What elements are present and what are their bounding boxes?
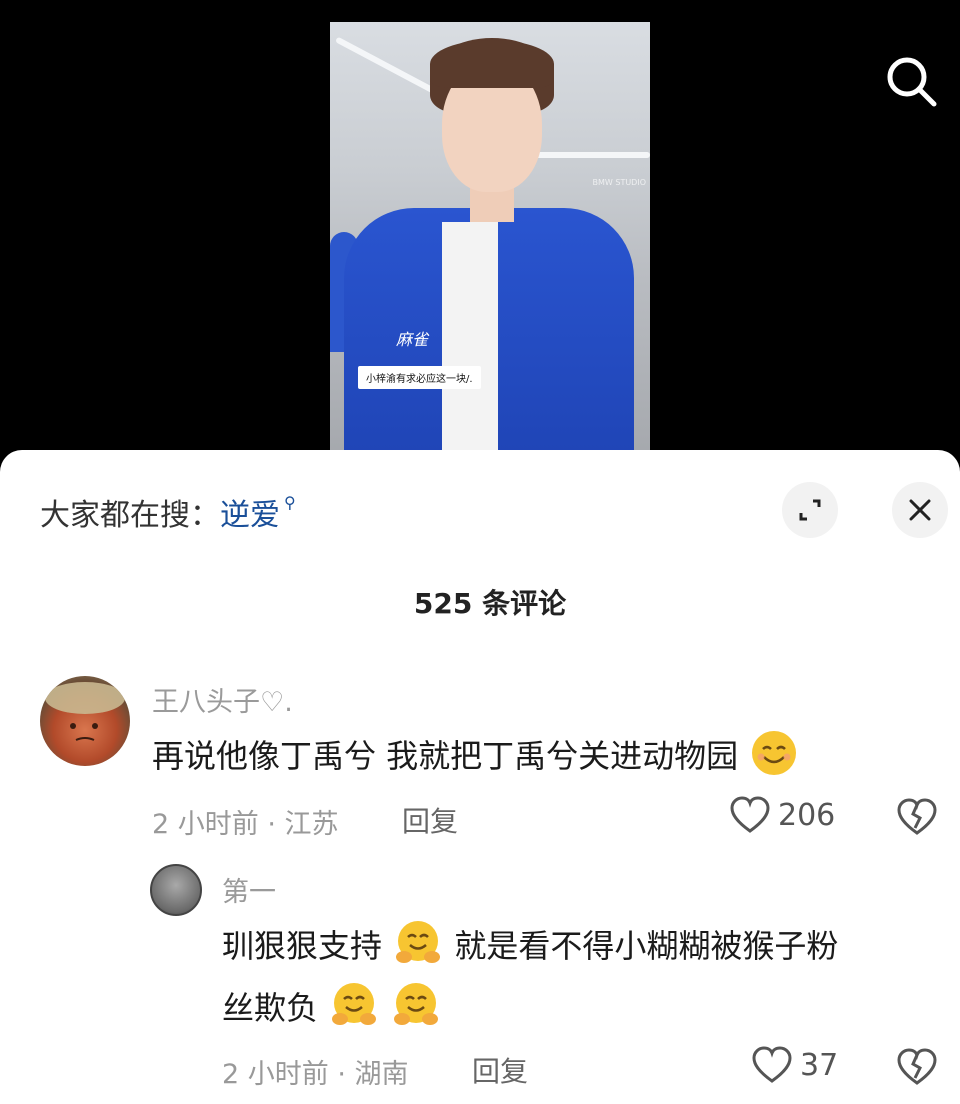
comment-text-line2: 丝欺负 [222, 978, 442, 1038]
reply-item: 第一 玔狠狠支持 就是看不得小糊糊被猴子粉 丝欺负 2 小时前 · 湖南 回复 … [0, 860, 960, 1104]
search-icon[interactable] [882, 52, 942, 112]
like-button[interactable]: 37 [752, 1046, 838, 1084]
trending-keyword[interactable]: 逆爱 [220, 490, 280, 534]
comment-text-part: 玔狠狠支持 [222, 927, 383, 965]
signature: 麻雀 [396, 330, 429, 349]
expand-button[interactable] [782, 482, 838, 538]
close-icon [909, 499, 931, 521]
ceiling-light [335, 36, 435, 94]
dislike-icon[interactable] [896, 798, 938, 836]
store-sign: BMW STUDIO [592, 178, 646, 187]
avatar[interactable] [40, 676, 130, 766]
comment-text: 玔狠狠支持 就是看不得小糊糊被猴子粉 [222, 916, 838, 976]
comment-sheet: 大家都在搜： 逆爱 ⚲ 525 条评论 王八头子♡. 再说他像丁禹兮 我就把丁禹… [0, 450, 960, 1104]
expand-icon [799, 499, 821, 521]
comment-item: 王八头子♡. 再说他像丁禹兮 我就把丁禹兮关进动物园 2 小时前 · 江苏 回复… [0, 670, 960, 850]
ceiling-light [530, 152, 650, 158]
reply-button[interactable]: 回复 [402, 800, 458, 840]
smile-emoji-icon [752, 731, 797, 775]
comment-meta: 2 小时前 · 湖南 [222, 1059, 409, 1090]
hug-emoji-icon [394, 983, 439, 1025]
like-count: 206 [778, 797, 836, 833]
video-frame[interactable]: BMW STUDIO 麻雀 小梓渝有求必应这一块/. [330, 22, 650, 450]
magnifier-small-icon: ⚲ [284, 492, 296, 512]
video-player[interactable]: BMW STUDIO 麻雀 小梓渝有求必应这一块/. [0, 0, 960, 470]
heart-icon [730, 796, 770, 833]
avatar[interactable] [150, 864, 202, 916]
comment-username[interactable]: 第一 [222, 870, 276, 909]
video-caption: 小梓渝有求必应这一块/. [358, 366, 481, 389]
like-button[interactable]: 206 [730, 796, 835, 834]
comment-text-part: 丝欺负 [222, 989, 319, 1027]
comment-text-content: 再说他像丁禹兮 我就把丁禹兮关进动物园 [152, 737, 739, 775]
dislike-icon[interactable] [896, 1048, 938, 1086]
avatar-face-icon [45, 682, 125, 741]
hug-emoji-icon [332, 983, 377, 1025]
hug-emoji-icon [396, 921, 441, 963]
trending-search[interactable]: 大家都在搜： 逆爱 ⚲ [40, 490, 296, 534]
comment-text: 再说他像丁禹兮 我就把丁禹兮关进动物园 [152, 726, 800, 786]
trending-label: 大家都在搜： [40, 498, 220, 533]
comment-meta: 2 小时前 · 江苏 [152, 809, 339, 840]
reply-button[interactable]: 回复 [472, 1050, 528, 1090]
comment-username[interactable]: 王八头子♡. [152, 680, 293, 719]
comment-count: 525 条评论 [413, 587, 567, 620]
shirt [442, 222, 498, 450]
hair-fringe [430, 40, 554, 88]
like-count: 37 [800, 1047, 839, 1083]
close-button[interactable] [892, 482, 948, 538]
heart-icon [752, 1046, 792, 1083]
comment-text-part: 就是看不得小糊糊被猴子粉 [454, 927, 839, 965]
